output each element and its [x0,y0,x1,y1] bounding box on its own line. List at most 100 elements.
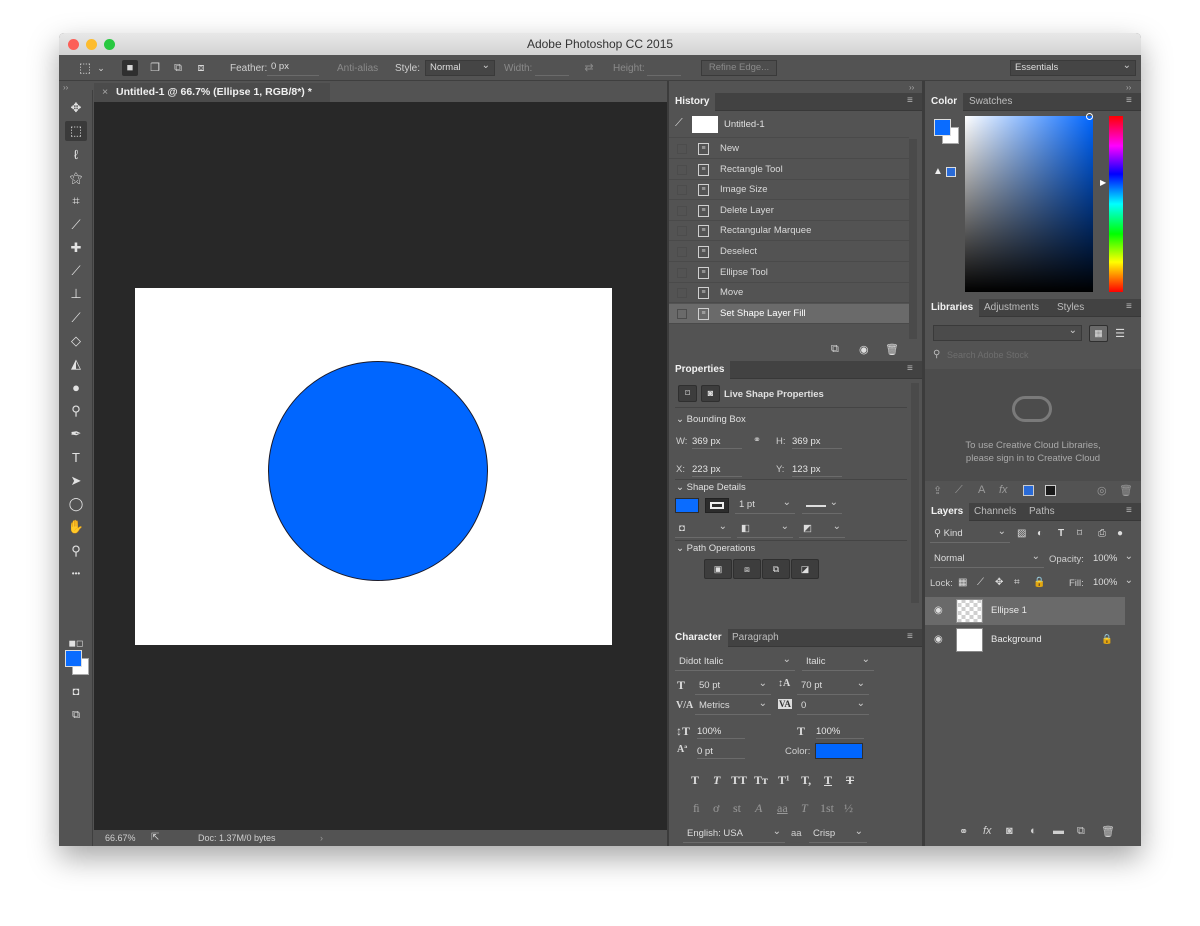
type-tool-icon[interactable]: T [65,448,87,468]
library-select[interactable] [933,325,1082,341]
upload-icon[interactable]: ⇪ [933,484,942,497]
zoom-window-button[interactable] [104,39,115,50]
ligatures-icon[interactable]: ﬁ [693,801,700,816]
marquee-preset-icon[interactable]: ⬚ [77,60,93,76]
layer-row[interactable]: ◉ Background 🔒 [925,626,1125,654]
collapse-tools-icon[interactable]: ›› [63,83,68,92]
trash-icon[interactable]: 🗑 [1119,484,1133,497]
history-source-checkbox[interactable] [677,185,687,196]
crop-tool-icon[interactable]: ⌗ [65,191,87,211]
text-color-swatch[interactable] [815,743,863,759]
small-caps-icon[interactable]: Tт [754,773,768,788]
swash-icon[interactable]: A [755,801,762,816]
layer-style-icon[interactable]: fx [983,825,992,837]
quick-mask-icon[interactable]: ◘ [65,682,87,702]
mask-properties-icon[interactable]: ◙ [701,385,720,402]
tab-character[interactable]: Character [669,629,728,647]
history-item[interactable]: ≡ Set Shape Layer Fill [669,303,909,324]
panel-menu-icon[interactable]: ≡ [1126,96,1136,106]
dodge-tool-icon[interactable]: ⚲ [65,401,87,421]
history-item[interactable]: ≡ Rectangular Marquee [669,221,909,242]
close-window-button[interactable] [68,39,79,50]
character-style-icon[interactable]: A [978,484,985,496]
color-fg-swatch[interactable] [934,119,951,136]
camera-icon[interactable]: ◉ [859,343,869,356]
layer-mask-icon[interactable]: ◙ [1006,825,1013,837]
lock-transparent-icon[interactable]: ▦ [958,577,967,588]
layer-filter-select[interactable]: ⚲ Kind [930,527,1010,543]
chevron-right-icon[interactable]: › [320,830,323,846]
tab-styles[interactable]: Styles [1051,299,1090,317]
tab-layers[interactable]: Layers [925,503,970,521]
history-item[interactable]: ≡ New [669,139,909,159]
intersect-shape-areas-icon[interactable]: ⧉ [762,559,790,579]
y-value[interactable]: 123 px [792,464,842,477]
document-tab[interactable]: × Untitled-1 @ 66.7% (Ellipse 1, RGB/8*)… [94,83,330,102]
history-snapshot[interactable]: ⟋ Untitled-1 [669,112,909,138]
new-selection-icon[interactable]: ■ [122,60,138,76]
x-value[interactable]: 223 px [692,464,742,477]
panel-menu-icon[interactable]: ≡ [907,632,917,642]
new-layer-icon[interactable]: ⧉ [1077,825,1085,838]
stroke-cap-select[interactable]: ◧ [737,522,793,538]
tab-history[interactable]: History [669,93,716,111]
lock-position-icon[interactable]: ✥ [995,577,1003,588]
panel-menu-icon[interactable]: ≡ [1126,506,1136,516]
pixel-filter-icon[interactable]: ▨ [1017,528,1026,539]
underline-icon[interactable]: T [824,773,832,788]
horizontal-scale-field[interactable]: 100% [816,726,864,739]
workspace-select[interactable]: Essentials [1010,60,1136,76]
language-select[interactable]: English: USA [683,827,785,843]
clone-stamp-tool-icon[interactable]: ⊥ [65,284,87,304]
history-source-checkbox[interactable] [677,205,687,216]
swap-dimensions-icon[interactable]: ⇄ [581,60,597,76]
antialias-label[interactable]: Anti-alias [337,63,378,74]
history-source-checkbox[interactable] [677,164,687,175]
chevron-down-icon[interactable]: ⌄ [93,60,109,76]
leading-field[interactable]: 70 pt [797,679,869,695]
kerning-select[interactable]: Metrics [695,699,771,715]
stroke-width-field[interactable]: 1 pt [735,498,795,514]
stroke-type-select[interactable] [802,498,842,514]
style-select[interactable]: Normal [425,60,495,76]
history-brush-tool-icon[interactable]: ⟋ [65,308,87,328]
path-operations-header[interactable]: ⌄ Path Operations [676,543,755,554]
history-source-checkbox[interactable] [677,308,687,319]
eye-icon[interactable]: ◉ [934,597,943,625]
add-selection-icon[interactable]: ❐ [147,60,163,76]
fractions-icon[interactable]: ½ [844,801,853,816]
add-graphic-icon[interactable] [1045,485,1056,496]
combine-shapes-icon[interactable]: ▣ [704,559,732,579]
layer-style-icon[interactable]: fx [999,484,1008,496]
adjustment-layer-icon[interactable]: ◐ [1030,825,1037,837]
add-color-icon[interactable] [1023,485,1034,496]
more-tools-icon[interactable]: ••• [65,564,87,584]
height-input[interactable] [647,60,681,76]
tab-channels[interactable]: Channels [968,503,1022,521]
lasso-tool-icon[interactable]: ℓ [65,145,87,165]
ellipse-shape[interactable] [268,361,488,581]
shape-filter-icon[interactable]: ⌑ [1077,528,1082,539]
grid-view-icon[interactable]: ▦ [1089,325,1108,342]
lock-artboard-icon[interactable]: ⌗ [1014,577,1020,588]
list-view-icon[interactable]: ☰ [1112,326,1128,342]
properties-scrollbar[interactable] [911,383,919,603]
vertical-scale-field[interactable]: 100% [697,726,745,739]
paint-bucket-tool-icon[interactable]: ◭ [65,354,87,374]
web-safe-color-icon[interactable] [946,167,956,177]
eyedropper-tool-icon[interactable]: ⟋ [65,215,87,235]
hand-tool-icon[interactable]: ✋ [65,517,87,537]
old-style-icon[interactable]: ơ [713,801,719,816]
history-item[interactable]: ≡ Delete Layer [669,201,909,221]
brush-add-icon[interactable]: ⟋ [955,484,963,497]
w-value[interactable]: 369 px [692,436,742,449]
intersect-selection-icon[interactable]: ⧈ [193,60,209,76]
stroke-align-select[interactable]: ◘ [675,522,731,538]
share-icon[interactable]: ⇱ [151,830,159,846]
history-item[interactable]: ≡ Deselect [669,242,909,262]
hue-slider[interactable] [1109,116,1123,292]
history-item[interactable]: ≡ Image Size [669,180,909,201]
tab-swatches[interactable]: Swatches [963,93,1018,111]
group-icon[interactable]: ▬ [1053,825,1064,837]
subscript-icon[interactable]: T, [801,773,811,788]
